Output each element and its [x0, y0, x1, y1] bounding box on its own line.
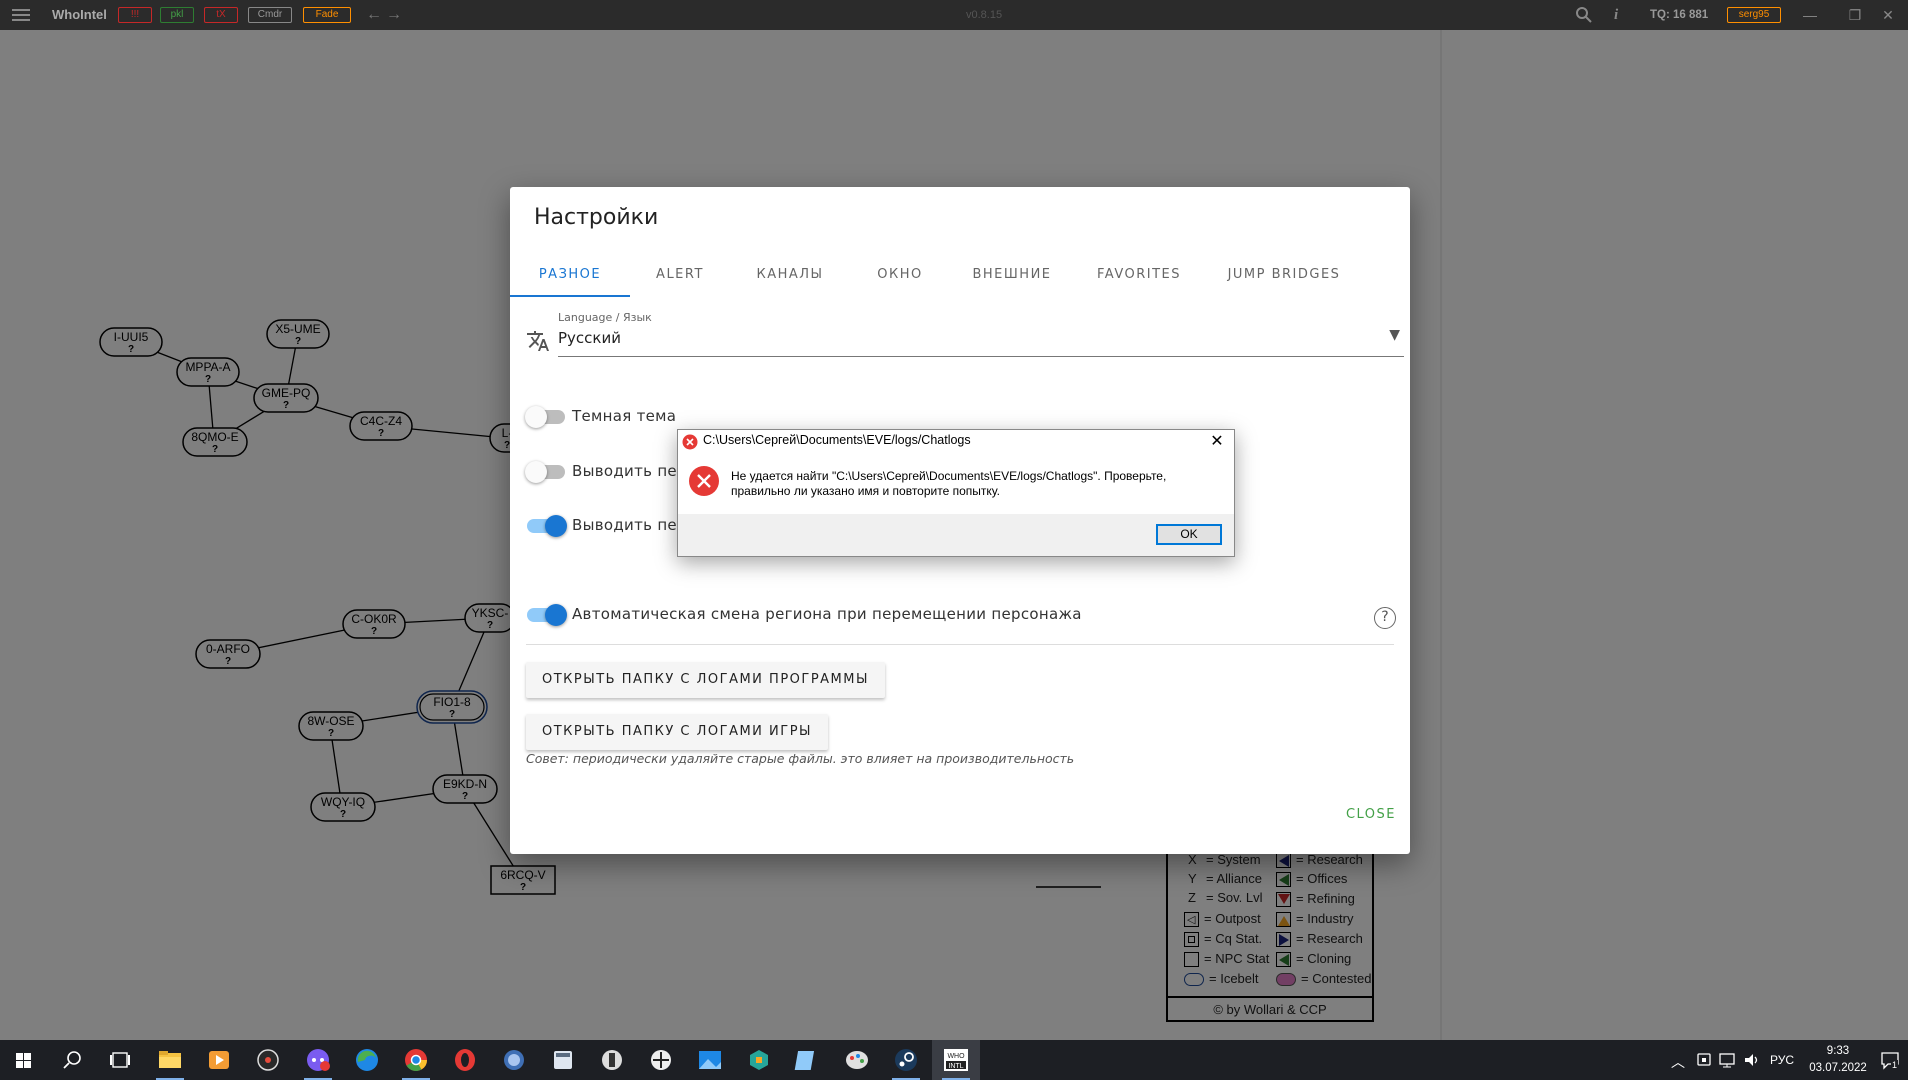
error-small-icon — [682, 434, 698, 455]
dark-theme-label: Темная тема — [572, 407, 677, 425]
back-arrow-icon[interactable]: ← — [366, 0, 384, 30]
tab-channels[interactable]: КАНАЛЫ — [730, 253, 850, 297]
clock-date: 03.07.2022 — [1809, 1062, 1867, 1074]
error-dialog-footer: OK — [678, 514, 1234, 556]
app-titlebar: WhoIntel !!! pkl tX Cmdr Fade ← → v0.8.1… — [0, 0, 1908, 30]
task-view-icon[interactable] — [96, 1040, 144, 1080]
tray-device-icon[interactable] — [1696, 1050, 1712, 1075]
language-select-label: Language / Язык — [558, 311, 652, 324]
tab-misc[interactable]: РАЗНОЕ — [510, 253, 630, 297]
notification-center-icon[interactable]: 1 — [1880, 1050, 1902, 1077]
tag-pkl[interactable]: pkl — [160, 7, 194, 23]
opera-icon[interactable] — [441, 1040, 489, 1080]
open-game-logs-button[interactable]: ОТКРЫТЬ ПАПКУ С ЛОГАМИ ИГРЫ — [526, 714, 829, 750]
tq-status: TQ: 16 881 — [1650, 9, 1709, 21]
calculator-icon[interactable] — [539, 1040, 587, 1080]
open-program-logs-button[interactable]: ОТКРЫТЬ ПАПКУ С ЛОГАМИ ПРОГРАММЫ — [526, 662, 885, 698]
show-hidden-icons[interactable]: ︿ — [1671, 1052, 1685, 1072]
caret-down-icon: ▼ — [1389, 327, 1400, 343]
translate-icon — [526, 329, 550, 357]
tag-fade[interactable]: Fade — [303, 7, 351, 23]
tag-tx[interactable]: tX — [204, 7, 238, 23]
steam-icon[interactable] — [882, 1040, 930, 1080]
media-player-icon[interactable] — [195, 1040, 243, 1080]
paint-icon[interactable] — [833, 1040, 881, 1080]
security-app-icon[interactable] — [735, 1040, 783, 1080]
window-close-button[interactable]: ✕ — [1868, 0, 1908, 30]
circle-app-icon[interactable] — [490, 1040, 538, 1080]
chrome-icon[interactable] — [392, 1040, 440, 1080]
clock-time: 9:33 — [1826, 1045, 1850, 1057]
discord-icon[interactable] — [294, 1040, 342, 1080]
error-icon — [688, 465, 720, 502]
tab-window[interactable]: ОКНО — [850, 253, 950, 297]
app-version: v0.8.15 — [966, 9, 1003, 21]
system-clock[interactable]: 9:33 03.07.2022 — [1800, 1043, 1876, 1077]
language-select[interactable]: Language / Язык Русский ▼ — [558, 311, 1404, 357]
option-2-toggle[interactable] — [525, 461, 565, 483]
settings-tabs: РАЗНОЕ ALERT КАНАЛЫ ОКНО ВНЕШНИЕ FAVORIT… — [510, 253, 1410, 297]
tab-appearance[interactable]: ВНЕШНИЕ — [950, 253, 1074, 297]
eve-launcher-icon[interactable] — [588, 1040, 636, 1080]
eve-online-icon[interactable] — [637, 1040, 685, 1080]
svg-text:INTL: INTL — [948, 1063, 963, 1070]
error-dialog: C:\Users\Сергей\Documents\EVE/logs/Chatl… — [677, 429, 1235, 557]
whointel-taskbar-icon[interactable]: INTL WHO — [932, 1040, 980, 1080]
network-icon[interactable] — [1718, 1050, 1736, 1075]
tab-jump-bridges[interactable]: JUMP BRIDGES — [1204, 253, 1364, 297]
tab-favorites[interactable]: FAVORITES — [1074, 253, 1204, 297]
auto-region-label: Автоматическая смена региона при перемещ… — [572, 605, 1082, 623]
settings-title: Настройки — [534, 205, 659, 230]
language-select-value: Русский — [558, 329, 621, 347]
divider — [526, 644, 1394, 645]
volume-icon[interactable] — [1743, 1050, 1761, 1075]
logs-tip: Совет: периодически удаляйте старые файл… — [526, 751, 1075, 766]
error-dialog-title: C:\Users\Сергей\Documents\EVE/logs/Chatl… — [703, 433, 971, 447]
vinyl-app-icon[interactable] — [244, 1040, 292, 1080]
info-icon[interactable]: i — [1614, 0, 1628, 30]
input-language-indicator[interactable]: РУС — [1770, 1040, 1794, 1080]
tag-alert[interactable]: !!! — [118, 7, 152, 23]
dark-theme-toggle[interactable] — [525, 406, 565, 428]
notepad-icon[interactable] — [784, 1040, 832, 1080]
search-icon[interactable] — [1572, 0, 1594, 30]
settings-close-button[interactable]: CLOSE — [1346, 807, 1396, 822]
windows-taskbar: INTL WHO ︿ РУС 9:33 03.07.2022 1 — [0, 1040, 1908, 1080]
app-title: WhoIntel — [52, 7, 107, 22]
user-tag[interactable]: serg95 — [1727, 7, 1781, 23]
option-3-toggle[interactable] — [527, 515, 567, 537]
help-icon[interactable]: ? — [1374, 607, 1396, 629]
forward-arrow-icon[interactable]: → — [386, 0, 404, 30]
photos-icon[interactable] — [686, 1040, 734, 1080]
start-button[interactable] — [0, 1040, 48, 1080]
tag-cmdr[interactable]: Cmdr — [248, 7, 292, 23]
hamburger-menu-icon[interactable] — [10, 0, 32, 30]
search-icon[interactable] — [48, 1040, 96, 1080]
svg-text:WHO: WHO — [947, 1053, 965, 1060]
error-dialog-close-icon[interactable]: ✕ — [1206, 431, 1228, 451]
edge-icon[interactable] — [343, 1040, 391, 1080]
ok-button[interactable]: OK — [1156, 524, 1222, 545]
file-explorer-icon[interactable] — [146, 1040, 194, 1080]
auto-region-toggle[interactable] — [527, 604, 567, 626]
tab-alert[interactable]: ALERT — [630, 253, 730, 297]
notification-count: 1 — [1891, 1060, 1899, 1070]
error-message: Не удается найти "C:\Users\Сергей\Docume… — [731, 469, 1167, 498]
minimize-button[interactable]: — — [1790, 0, 1830, 30]
